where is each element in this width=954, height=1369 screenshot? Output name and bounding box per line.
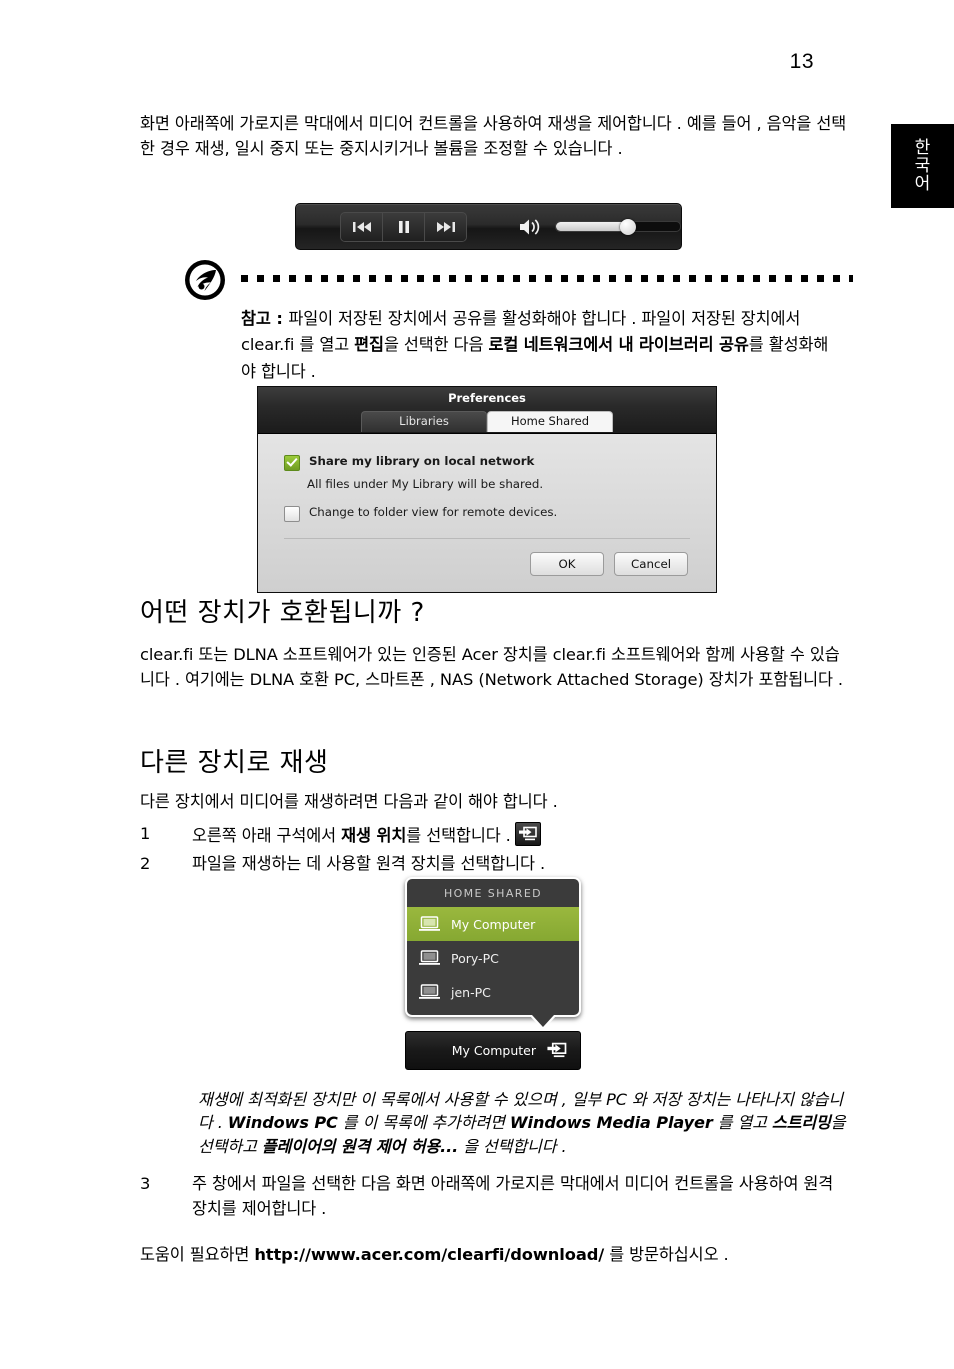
- acer-note-icon: [183, 258, 227, 302]
- transport-controls: [340, 211, 467, 242]
- folder-view-label: Change to folder view for remote devices…: [309, 505, 558, 519]
- device-status-bar: My Computer: [405, 1031, 581, 1070]
- steps-list-3: 3 주 창에서 파일을 선택한 다음 화면 아래쪽에 가로지른 막대에서 미디어…: [140, 1172, 852, 1225]
- step-3-text: 주 창에서 파일을 선택한 다음 화면 아래쪽에 가로지른 막대에서 미디어 컨…: [192, 1174, 834, 1218]
- heading-play-to-device: 다른 장치로 재생: [140, 748, 329, 778]
- tab-libraries[interactable]: Libraries: [361, 411, 487, 432]
- previous-track-icon: [352, 221, 371, 232]
- laptop-icon: [419, 984, 441, 1000]
- language-side-tab: 한 국 어: [891, 124, 954, 208]
- step-2-number: 2: [140, 853, 151, 873]
- folder-view-row[interactable]: Change to folder view for remote devices…: [284, 505, 690, 522]
- italic-text-2: 를 이 목록에 추가하려면: [337, 1113, 510, 1133]
- media-control-bar-figure: [295, 203, 682, 250]
- device-item-label: jen-PC: [451, 984, 491, 1000]
- share-library-label: Share my library on local network: [309, 454, 535, 468]
- volume-slider-knob[interactable]: [619, 218, 636, 235]
- next-track-icon: [436, 221, 455, 232]
- paragraph-play-to-device: 다른 장치에서 미디어를 재생하려면 다음과 같이 해야 합니다 .: [140, 792, 558, 811]
- italic-bold-4: 플레이어의 원격 제어 허용...: [261, 1136, 459, 1156]
- note-bold-1: 편집: [354, 335, 384, 355]
- device-item-my-computer[interactable]: My Computer: [407, 907, 579, 941]
- note-text: 참고 : 파일이 저장된 장치에서 공유를 활성화해야 합니다 . 파일이 저장…: [241, 306, 841, 385]
- previous-track-button[interactable]: [341, 212, 383, 241]
- device-status-label: My Computer: [451, 1043, 536, 1058]
- volume-slider[interactable]: [555, 218, 681, 235]
- folder-view-checkbox[interactable]: [284, 506, 300, 522]
- share-library-row[interactable]: Share my library on local network: [284, 454, 690, 471]
- italic-bold-2: Windows Media Player: [509, 1113, 713, 1133]
- play-to-icon: [514, 822, 541, 846]
- preferences-header: Preferences Libraries Home Shared: [258, 387, 716, 434]
- popup-pointer-arrow: [529, 1015, 557, 1030]
- device-item-label: My Computer: [451, 916, 536, 932]
- step-1-text-1: 오른쪽 아래 구석에서: [192, 826, 342, 845]
- closing-paragraph: 도움이 필요하면 http://www.acer.com/clearfi/dow…: [140, 1243, 852, 1268]
- preferences-tab-bar: Libraries Home Shared: [258, 411, 716, 432]
- preferences-title: Preferences: [448, 391, 526, 405]
- side-tab-char-3: 어: [914, 174, 931, 195]
- italic-note: 재생에 최적화된 장치만 이 목록에서 사용할 수 있으며 , 일부 PC 와 …: [198, 1088, 852, 1158]
- step-3: 3 주 창에서 파일을 선택한 다음 화면 아래쪽에 가로지른 막대에서 미디어…: [140, 1172, 852, 1222]
- preferences-body: Share my library on local network All fi…: [258, 434, 716, 592]
- next-track-button[interactable]: [425, 212, 466, 241]
- preferences-footer: OK Cancel: [284, 539, 690, 580]
- note-prefix: 참고 :: [241, 309, 289, 328]
- media-control-bar: [295, 203, 682, 250]
- device-popup-header: HOME SHARED: [443, 887, 543, 900]
- steps-list-1-2: 1 오른쪽 아래 구석에서 재생 위치를 선택합니다 . 2 파일을 재생하는 …: [140, 822, 852, 880]
- paragraph-compatible-devices: clear.fi 또는 DLNA 소프트웨어가 있는 인증된 Acer 장치를 …: [140, 645, 843, 689]
- share-library-description: All files under My Library will be share…: [307, 477, 544, 491]
- device-item-label: Pory-PC: [451, 950, 499, 966]
- intro-paragraph: 화면 아래쪽에 가로지른 막대에서 미디어 컨트롤을 사용하여 재생을 제어합니…: [140, 114, 847, 158]
- step-1: 1 오른쪽 아래 구석에서 재생 위치를 선택합니다 .: [140, 822, 852, 849]
- italic-bold-1: Windows PC: [227, 1113, 338, 1133]
- volume-control[interactable]: [519, 218, 681, 236]
- play-to-icon[interactable]: [546, 1041, 568, 1061]
- side-tab-char-2: 국: [914, 155, 931, 176]
- cancel-button[interactable]: Cancel: [614, 552, 688, 576]
- page-number: 13: [789, 50, 814, 73]
- heading-compatible-devices: 어떤 장치가 호환됩니까 ?: [140, 598, 425, 628]
- step-3-number: 3: [140, 1174, 151, 1193]
- share-library-checkbox[interactable]: [284, 455, 300, 471]
- closing-text-1: 도움이 필요하면: [140, 1245, 255, 1264]
- ok-button[interactable]: OK: [530, 552, 604, 576]
- step-1-text-2: 를 선택합니다 .: [406, 826, 511, 845]
- pause-button[interactable]: [383, 212, 425, 241]
- step-1-number: 1: [140, 824, 151, 843]
- step-2-text: 파일을 재생하는 데 사용할 원격 장치를 선택합니다 .: [192, 853, 546, 873]
- step-1-text: 오른쪽 아래 구석에서 재생 위치를 선택합니다 .: [192, 822, 852, 849]
- device-item-pory-pc[interactable]: Pory-PC: [407, 941, 579, 975]
- note-text-2: 을 선택한 다음: [383, 335, 489, 355]
- volume-icon: [519, 218, 543, 236]
- italic-text-5: 을 선택합니다 .: [458, 1136, 567, 1156]
- italic-bold-3: 스트리밍: [771, 1113, 831, 1133]
- pause-icon: [398, 220, 409, 233]
- note-bold-2: 로컬 네트워크에서 내 라이브러리 공유: [488, 335, 749, 355]
- support-url[interactable]: http://www.acer.com/clearfi/download/: [254, 1245, 604, 1264]
- step-2: 2 파일을 재생하는 데 사용할 원격 장치를 선택합니다 .: [140, 852, 852, 877]
- note-dashed-rule: [241, 275, 853, 282]
- tab-home-shared[interactable]: Home Shared: [487, 411, 613, 432]
- closing-text-2: 를 방문하십시오 .: [604, 1245, 729, 1264]
- preferences-dialog-figure: Preferences Libraries Home Shared Share …: [257, 386, 717, 593]
- device-popup: HOME SHARED My Computer Pory-PC jen-PC: [405, 877, 581, 1030]
- side-tab-char-1: 한: [914, 137, 931, 158]
- italic-text-3: 를 열고: [712, 1113, 772, 1133]
- device-item-jen-pc[interactable]: jen-PC: [407, 975, 579, 1009]
- device-popup-figure: HOME SHARED My Computer Pory-PC jen-PC M…: [405, 877, 581, 1070]
- laptop-icon: [419, 916, 441, 932]
- step-1-bold: 재생 위치: [341, 826, 407, 845]
- laptop-icon: [419, 950, 441, 966]
